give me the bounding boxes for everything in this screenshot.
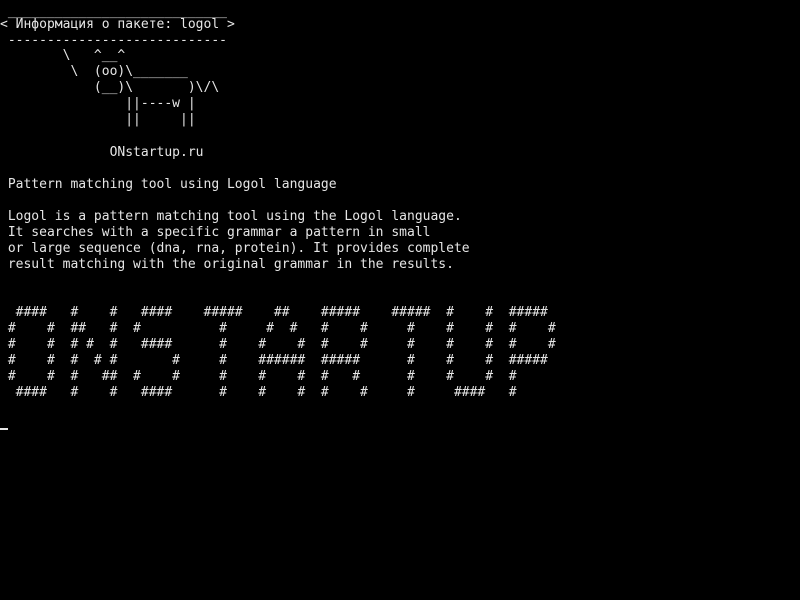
- cow-art-line: \ (oo)\_______: [0, 64, 188, 79]
- banner-line: # # # # # # # ###### ##### # # # #####: [0, 353, 548, 368]
- terminal-screen[interactable]: ____________________________ < Информаци…: [0, 0, 800, 600]
- bubble-text: < Информация о пакете: logol >: [0, 17, 235, 32]
- description-line: result matching with the original gramma…: [0, 257, 454, 272]
- banner-line: # # # ## # # # # # # # # # # #: [0, 369, 517, 384]
- text-cursor: [0, 428, 8, 430]
- cow-art-line: (__)\ )\/\: [0, 80, 220, 95]
- cow-art-line: || ||: [0, 112, 196, 127]
- description-line: Logol is a pattern matching tool using t…: [0, 209, 462, 224]
- description-line: or large sequence (dna, rna, protein). I…: [0, 241, 470, 256]
- banner-line: # # # # # #### # # # # # # # # # #: [0, 337, 556, 352]
- bubble-bottom-border: ----------------------------: [0, 33, 227, 48]
- site-label: ONstartup.ru: [0, 145, 204, 160]
- banner-line: # # ## # # # # # # # # # # # #: [0, 321, 556, 336]
- cow-art-line: \ ^__^: [0, 48, 126, 63]
- description-line: It searches with a specific grammar a pa…: [0, 225, 431, 240]
- banner-line: #### # # #### ##### ## ##### ##### # # #…: [0, 305, 548, 320]
- package-summary: Pattern matching tool using Logol langua…: [0, 177, 337, 192]
- banner-line: #### # # #### # # # # # # #### #: [0, 385, 517, 400]
- cow-art-line: ||----w |: [0, 96, 196, 111]
